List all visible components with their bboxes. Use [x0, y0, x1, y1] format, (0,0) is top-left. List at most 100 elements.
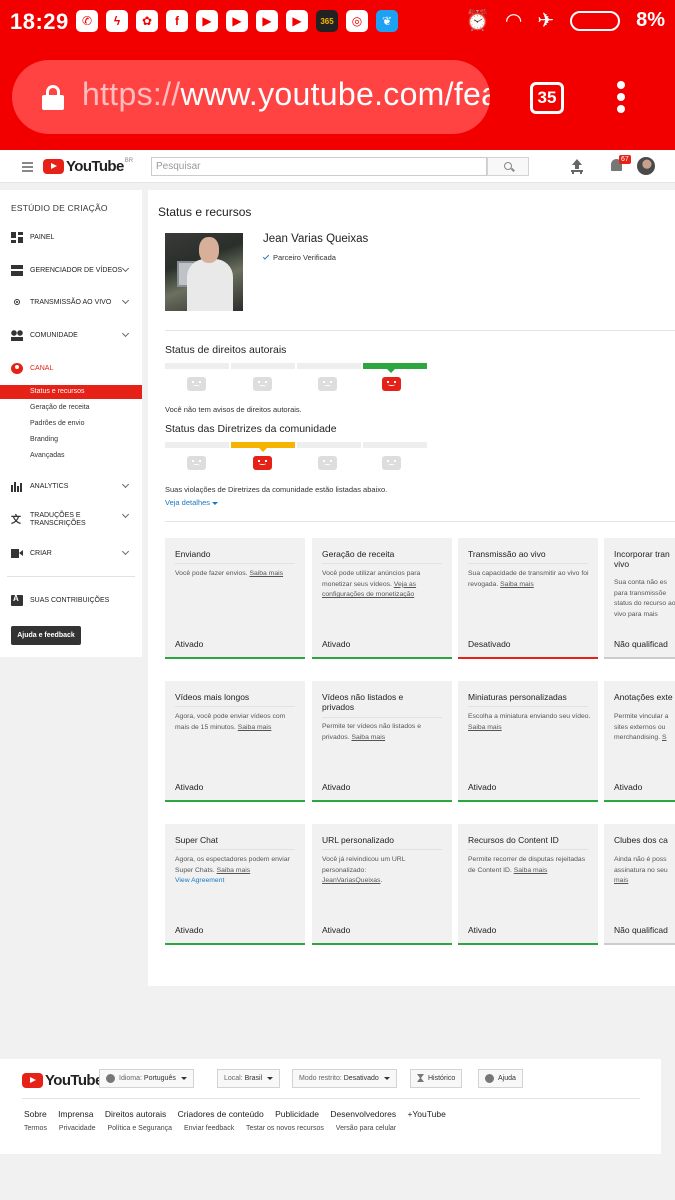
sidebar-item-video-manager[interactable]: GERENCIADOR DE VÍDEOS: [0, 262, 142, 278]
sidebar-item-painel[interactable]: PAINEL: [0, 229, 142, 245]
sidebar-subitem-advanced[interactable]: Avançadas: [0, 449, 142, 463]
search-icon: [504, 162, 512, 170]
footer-link[interactable]: Publicidade: [275, 1109, 319, 1119]
feature-card-channel-memberships[interactable]: Clubes dos ca Ainda não é poss assinatur…: [604, 824, 675, 945]
sidebar-item-contributions[interactable]: SUAS CONTRIBUIÇÕES: [0, 592, 142, 608]
youtube-logo[interactable]: YouTube BR: [43, 158, 133, 175]
feature-card-custom-thumbnails[interactable]: Miniaturas personalizadas Escolha a mini…: [458, 681, 598, 802]
video-manager-icon: [11, 264, 23, 276]
chevron-down-icon: [121, 547, 130, 556]
lock-icon: [42, 85, 64, 110]
notification-icons: ✆ ϟ ✿ f ▶ ▶ ▶ ▶ 365 ◎ ❦: [76, 10, 398, 32]
365-icon: 365: [316, 10, 338, 32]
footer-link[interactable]: Versão para celular: [336, 1125, 396, 1132]
feature-card-external-annotations[interactable]: Anotações exte Permite vincular a sites …: [604, 681, 675, 802]
channel-name[interactable]: Jean Varias Queixas: [263, 233, 368, 245]
youtube-play-icon: [43, 159, 64, 174]
feature-card-content-id[interactable]: Recursos do Content ID Permite recorrer …: [458, 824, 598, 945]
footer-link[interactable]: Direitos autorais: [105, 1109, 166, 1119]
section-divider: [165, 330, 675, 331]
strike-face-icon: [318, 456, 337, 470]
sidebar-item-translations[interactable]: 文 TRADUÇÕES E TRANSCRIÇÕES: [0, 508, 142, 532]
status-features-panel: Status e recursos Jean Varias Queixas Pa…: [148, 190, 675, 986]
wifi-icon: ◠: [505, 10, 522, 32]
battery-percent: 8%: [636, 9, 665, 31]
footer-link[interactable]: +YouTube: [407, 1109, 445, 1119]
youtube-icon: ▶: [256, 10, 278, 32]
chevron-down-icon: [121, 329, 130, 338]
youtube-play-icon: [22, 1073, 43, 1088]
sidebar-title: ESTÚDIO DE CRIAÇÃO: [11, 203, 108, 213]
feature-card-unlisted-private[interactable]: Vídeos não listados e privados Permite te…: [312, 681, 452, 802]
see-details-link[interactable]: Veja detalhes: [165, 498, 219, 507]
sidebar-item-community[interactable]: COMUNIDADE: [0, 327, 142, 343]
language-select[interactable]: Idioma: Português: [99, 1069, 194, 1088]
sidebar-subitem-status[interactable]: Status e recursos: [0, 385, 142, 399]
footer-link[interactable]: Imprensa: [58, 1109, 93, 1119]
meter-pointer: [387, 369, 395, 373]
upload-icon[interactable]: [571, 159, 583, 172]
footer-link[interactable]: Enviar feedback: [184, 1125, 234, 1132]
sidebar-subitem-branding[interactable]: Branding: [0, 433, 142, 447]
feature-card-custom-url[interactable]: URL personalizado Você já reivindicou um…: [312, 824, 452, 945]
verified-partner-badge: Parceiro Verificada: [262, 253, 336, 262]
android-status-bar: 18:29 ✆ ϟ ✿ f ▶ ▶ ▶ ▶ 365 ◎ ❦ ⏰ ◠ ✈ 8%: [0, 0, 675, 48]
warning-face-icon: [253, 456, 272, 470]
footer-link[interactable]: Criadores de conteúdo: [178, 1109, 264, 1119]
clock: 18:29: [10, 9, 69, 34]
menu-icon[interactable]: [22, 162, 33, 174]
footer-link[interactable]: Desenvolvedores: [330, 1109, 396, 1119]
whatsapp-icon: ✆: [76, 10, 98, 32]
feature-card-longer-videos[interactable]: Vídeos mais longos Agora, você pode envi…: [165, 681, 305, 802]
url-bar[interactable]: https://www.youtube.com/fea: [12, 60, 490, 134]
sidebar-item-live[interactable]: TRANSMISSÃO AO VIVO: [0, 294, 142, 310]
sidebar-item-analytics[interactable]: ANALYTICS: [0, 478, 142, 494]
sidebar-subitem-revenue[interactable]: Geração de receita: [0, 401, 142, 415]
search-input[interactable]: Pesquisar: [151, 157, 487, 176]
feature-card-super-chat[interactable]: Super Chat Agora, os espectadores podem …: [165, 824, 305, 945]
view-agreement-link[interactable]: View Agreement: [175, 877, 224, 884]
footer-link[interactable]: Privacidade: [59, 1125, 96, 1132]
translate-icon: 文: [11, 514, 21, 526]
browser-menu-icon[interactable]: [617, 81, 627, 117]
footer-link[interactable]: Termos: [24, 1125, 47, 1132]
help-feedback-button[interactable]: Ajuda e feedback: [11, 626, 81, 645]
channel-avatar[interactable]: [165, 233, 243, 311]
page-title: Status e recursos: [158, 205, 252, 219]
footer-links: Sobre Imprensa Direitos autorais Criador…: [24, 1109, 455, 1119]
page-footer: YouTube Idioma: Português Local: Brasil …: [0, 1059, 661, 1154]
footer-youtube-logo[interactable]: YouTube: [22, 1072, 103, 1089]
feature-card-embed-live[interactable]: Incorporar tran vivo Sua conta não es par…: [604, 538, 675, 659]
community-note: Suas violações de Diretrizes da comunida…: [165, 485, 388, 494]
copyright-note: Você não tem avisos de direitos autorais…: [165, 405, 302, 414]
feature-card-monetization[interactable]: Geração de receita Você pode utilizar an…: [312, 538, 452, 659]
url-text[interactable]: https://www.youtube.com/fea: [82, 76, 490, 113]
youtube-icon: ▶: [286, 10, 308, 32]
sidebar-subitem-upload-defaults[interactable]: Padrões de envio: [0, 417, 142, 431]
chevron-down-icon: [121, 264, 130, 273]
hourglass-icon: [417, 1074, 424, 1083]
chevron-down-icon: [121, 480, 130, 489]
footer-link[interactable]: Sobre: [24, 1109, 47, 1119]
location-select[interactable]: Local: Brasil: [217, 1069, 281, 1088]
community-status-title: Status das Diretrizes da comunidade: [165, 423, 337, 435]
search-button[interactable]: [487, 157, 529, 176]
chevron-down-icon: [121, 510, 130, 519]
feature-card-live-streaming[interactable]: Transmissão ao vivo Sua capacidade de tr…: [458, 538, 598, 659]
browser-toolbar: https://www.youtube.com/fea 35: [0, 48, 675, 150]
restricted-mode-select[interactable]: Modo restrito: Desativado: [292, 1069, 397, 1088]
alarm-icon: ⏰: [465, 10, 490, 32]
help-button[interactable]: Ajuda: [478, 1069, 523, 1088]
account-avatar[interactable]: [637, 157, 655, 175]
instagram-icon: ◎: [346, 10, 368, 32]
sidebar-item-channel[interactable]: CANAL: [0, 360, 142, 376]
feature-card-uploading[interactable]: Enviando Você pode fazer envios. Saiba m…: [165, 538, 305, 659]
chevron-down-icon: [121, 296, 130, 305]
footer-link[interactable]: Testar os novos recursos: [246, 1125, 324, 1132]
contributions-icon: [11, 594, 23, 606]
tab-switcher-button[interactable]: 35: [530, 82, 564, 114]
footer-link[interactable]: Política e Segurança: [107, 1125, 172, 1132]
community-status-meter: [165, 442, 427, 448]
sidebar-item-create[interactable]: CRIAR: [0, 545, 142, 561]
history-button[interactable]: Histórico: [410, 1069, 463, 1088]
